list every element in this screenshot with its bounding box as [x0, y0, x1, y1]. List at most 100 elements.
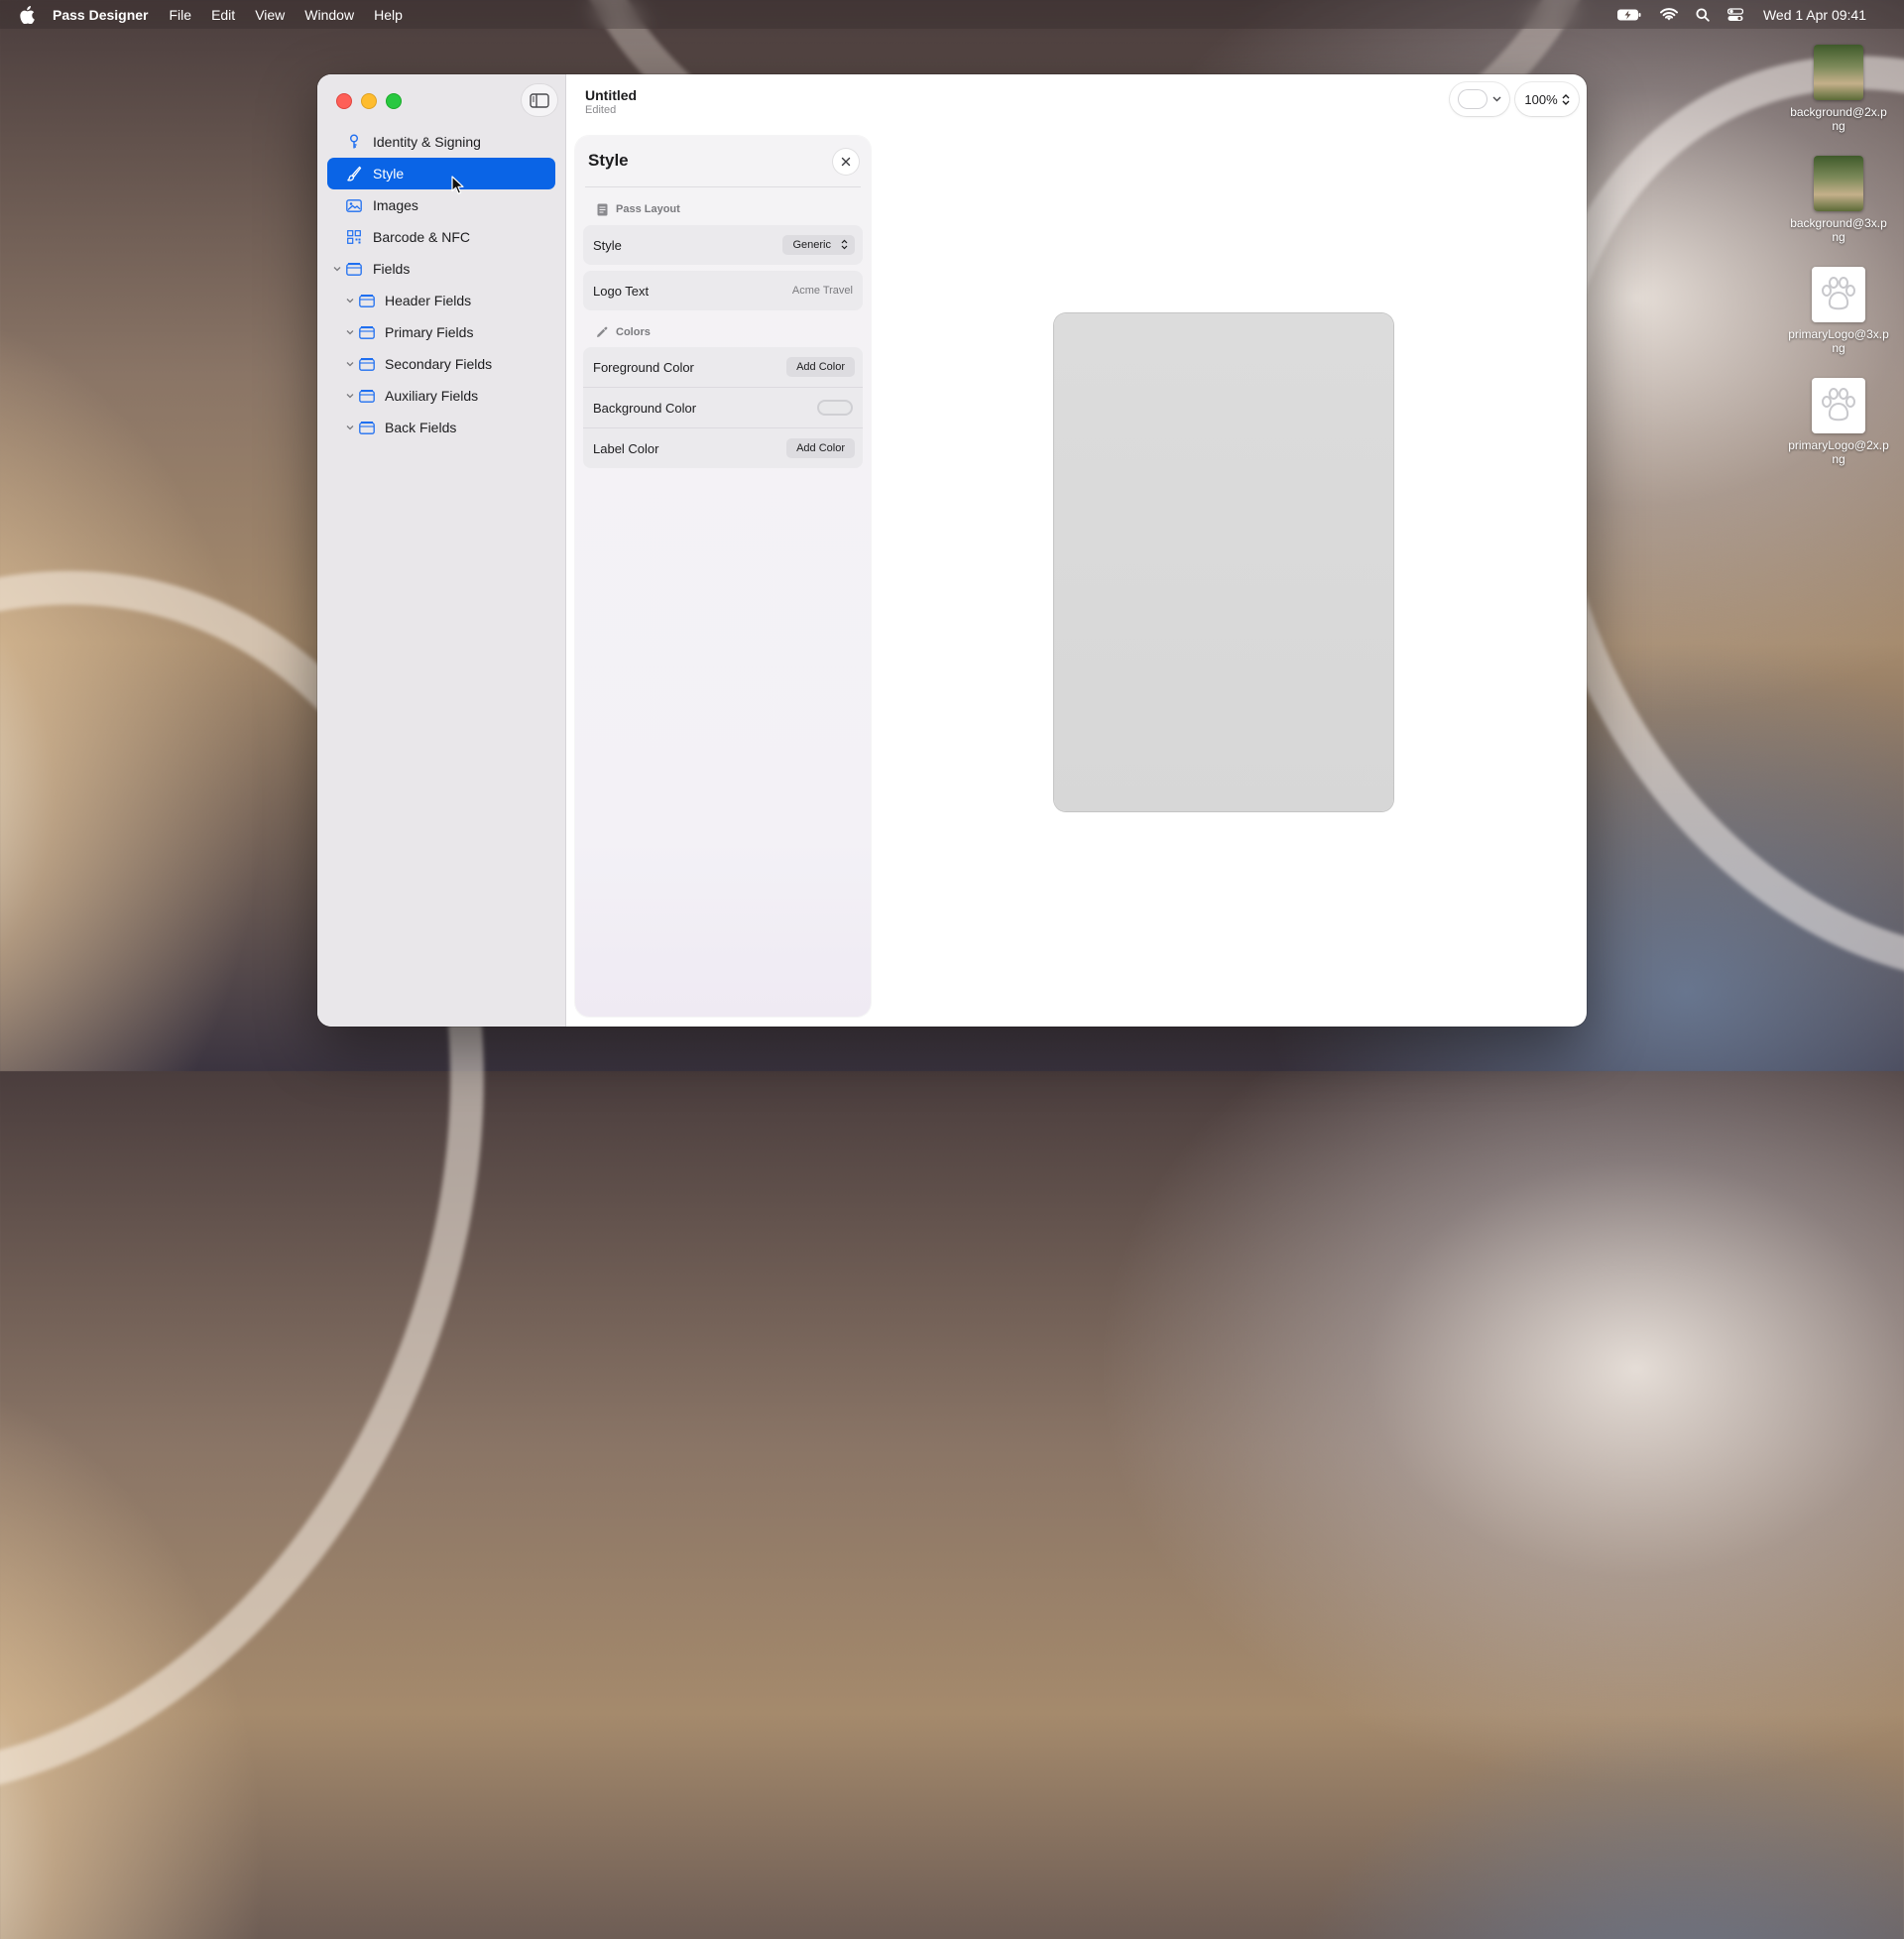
help-menu[interactable]: Help	[374, 7, 403, 23]
background-color-label: Background Color	[593, 400, 697, 416]
sidebar-item-back-fields[interactable]: Back Fields	[327, 412, 555, 443]
view-menu[interactable]: View	[255, 7, 285, 23]
logo-text-field[interactable]: Acme Travel	[792, 285, 853, 297]
logo-text-row-group: Logo Text Acme Travel	[583, 271, 863, 310]
minimize-window-button[interactable]	[361, 93, 377, 109]
close-window-button[interactable]	[336, 93, 352, 109]
folder-icon	[359, 356, 375, 372]
pass-preview-card[interactable]	[1054, 313, 1393, 811]
edit-menu[interactable]: Edit	[211, 7, 235, 23]
foreground-color-label: Foreground Color	[593, 359, 694, 375]
image-thumbnail	[1814, 156, 1863, 211]
style-label: Style	[593, 237, 622, 253]
toggle-sidebar-button[interactable]	[522, 84, 557, 116]
colors-section-header: Colors	[595, 325, 651, 339]
section-title: Pass Layout	[616, 203, 680, 215]
sidebar-item-secondary-fields[interactable]: Secondary Fields	[327, 348, 555, 380]
sidebar-item-label: Style	[373, 166, 405, 182]
logo-text-label: Logo Text	[593, 283, 650, 299]
chevron-down-icon[interactable]	[345, 423, 355, 432]
control-center-icon[interactable]	[1726, 7, 1743, 22]
file-menu[interactable]: File	[170, 7, 192, 23]
style-row: Style Generic	[583, 225, 863, 265]
sidebar-item-images[interactable]: Images	[327, 189, 555, 221]
document-status: Edited	[585, 104, 617, 116]
window-controls	[336, 93, 402, 109]
sidebar-item-header-fields[interactable]: Header Fields	[327, 285, 555, 316]
sidebar-item-primary-fields[interactable]: Primary Fields	[327, 316, 555, 348]
divider	[585, 186, 861, 187]
paw-print-icon	[1812, 267, 1865, 322]
color-swatch	[1458, 90, 1487, 108]
sidebar-icon	[530, 92, 549, 108]
photo-icon	[346, 197, 362, 213]
inspector-title: Style	[588, 151, 629, 170]
sidebar-item-style[interactable]: Style	[327, 158, 555, 189]
sidebar-item-label: Header Fields	[385, 293, 472, 308]
folder-icon	[359, 388, 375, 404]
foreground-add-color-button[interactable]: Add Color	[786, 357, 855, 377]
desktop-file-name: primaryLogo@2x.png	[1788, 438, 1889, 466]
document-title-block[interactable]: Untitled Edited	[585, 87, 637, 116]
sidebar-item-label: Auxiliary Fields	[385, 388, 479, 404]
sidebar-item-label: Back Fields	[385, 420, 457, 435]
apple-menu-icon[interactable]	[19, 5, 35, 24]
battery-charging-icon[interactable]	[1616, 8, 1642, 22]
document-icon	[595, 202, 609, 216]
chevron-down-icon[interactable]	[345, 359, 355, 369]
foreground-color-row: Foreground Color Add Color	[583, 347, 863, 387]
sidebar-item-label: Images	[373, 197, 418, 213]
desktop-file-name: primaryLogo@3x.png	[1788, 327, 1889, 355]
sidebar-nav: Identity & Signing Style Images Barcode …	[317, 126, 565, 443]
folder-icon	[359, 420, 375, 435]
menubar-clock[interactable]: Wed 1 Apr 09:41	[1763, 7, 1866, 23]
sidebar-item-fields[interactable]: Fields	[327, 253, 555, 285]
brush-icon	[346, 166, 362, 182]
background-color-well[interactable]	[817, 400, 853, 416]
background-color-row: Background Color	[583, 387, 863, 427]
zoom-stepper[interactable]: 100%	[1515, 82, 1579, 116]
app-name-menu[interactable]: Pass Designer	[53, 7, 149, 23]
style-popup-button[interactable]: Generic	[782, 235, 855, 255]
chevron-down-icon[interactable]	[345, 391, 355, 401]
sidebar-item-barcode-nfc[interactable]: Barcode & NFC	[327, 221, 555, 253]
sidebar-item-label: Fields	[373, 261, 411, 277]
chevron-down-icon[interactable]	[345, 296, 355, 305]
sidebar-item-identity-signing[interactable]: Identity & Signing	[327, 126, 555, 158]
sidebar-item-auxiliary-fields[interactable]: Auxiliary Fields	[327, 380, 555, 412]
desktop-file-background-2x[interactable]: background@2x.png	[1784, 45, 1893, 133]
sidebar: Identity & Signing Style Images Barcode …	[317, 74, 566, 1027]
style-value: Generic	[792, 239, 831, 251]
sidebar-item-label: Primary Fields	[385, 324, 474, 340]
logo-text-row: Logo Text Acme Travel	[583, 271, 863, 310]
zoom-window-button[interactable]	[386, 93, 402, 109]
desktop-file-primarylogo-2x[interactable]: primaryLogo@2x.png	[1784, 378, 1893, 466]
wifi-icon[interactable]	[1659, 7, 1678, 22]
desktop-file-background-3x[interactable]: background@3x.png	[1784, 156, 1893, 244]
desktop-file-name: background@3x.png	[1790, 216, 1887, 244]
chevron-down-icon[interactable]	[345, 327, 355, 337]
window-menu[interactable]: Window	[304, 7, 354, 23]
label-color-row: Label Color Add Color	[583, 427, 863, 468]
pass-color-menu-button[interactable]	[1450, 82, 1509, 116]
chevron-down-icon	[1492, 96, 1500, 102]
barcode-icon	[346, 229, 362, 245]
mouse-pointer-icon	[451, 176, 464, 194]
folder-icon	[359, 293, 375, 308]
app-window: Identity & Signing Style Images Barcode …	[317, 74, 1587, 1027]
chevron-down-icon[interactable]	[332, 264, 342, 274]
desktop-file-primarylogo-3x[interactable]: primaryLogo@3x.png	[1784, 267, 1893, 355]
sidebar-item-label: Barcode & NFC	[373, 229, 471, 245]
toolbar-right: 100%	[1450, 82, 1579, 116]
spotlight-search-icon[interactable]	[1696, 8, 1710, 22]
desktop-file-name: background@2x.png	[1790, 105, 1887, 133]
style-row-group: Style Generic	[583, 225, 863, 265]
up-down-arrows-icon	[841, 239, 848, 250]
zoom-level: 100%	[1524, 91, 1558, 107]
sidebar-item-label: Secondary Fields	[385, 356, 493, 372]
eyedropper-icon	[595, 325, 609, 339]
close-inspector-button[interactable]	[833, 149, 859, 175]
label-add-color-button[interactable]: Add Color	[786, 438, 855, 458]
up-down-arrows-icon	[1562, 93, 1570, 105]
paw-print-icon	[1812, 378, 1865, 433]
